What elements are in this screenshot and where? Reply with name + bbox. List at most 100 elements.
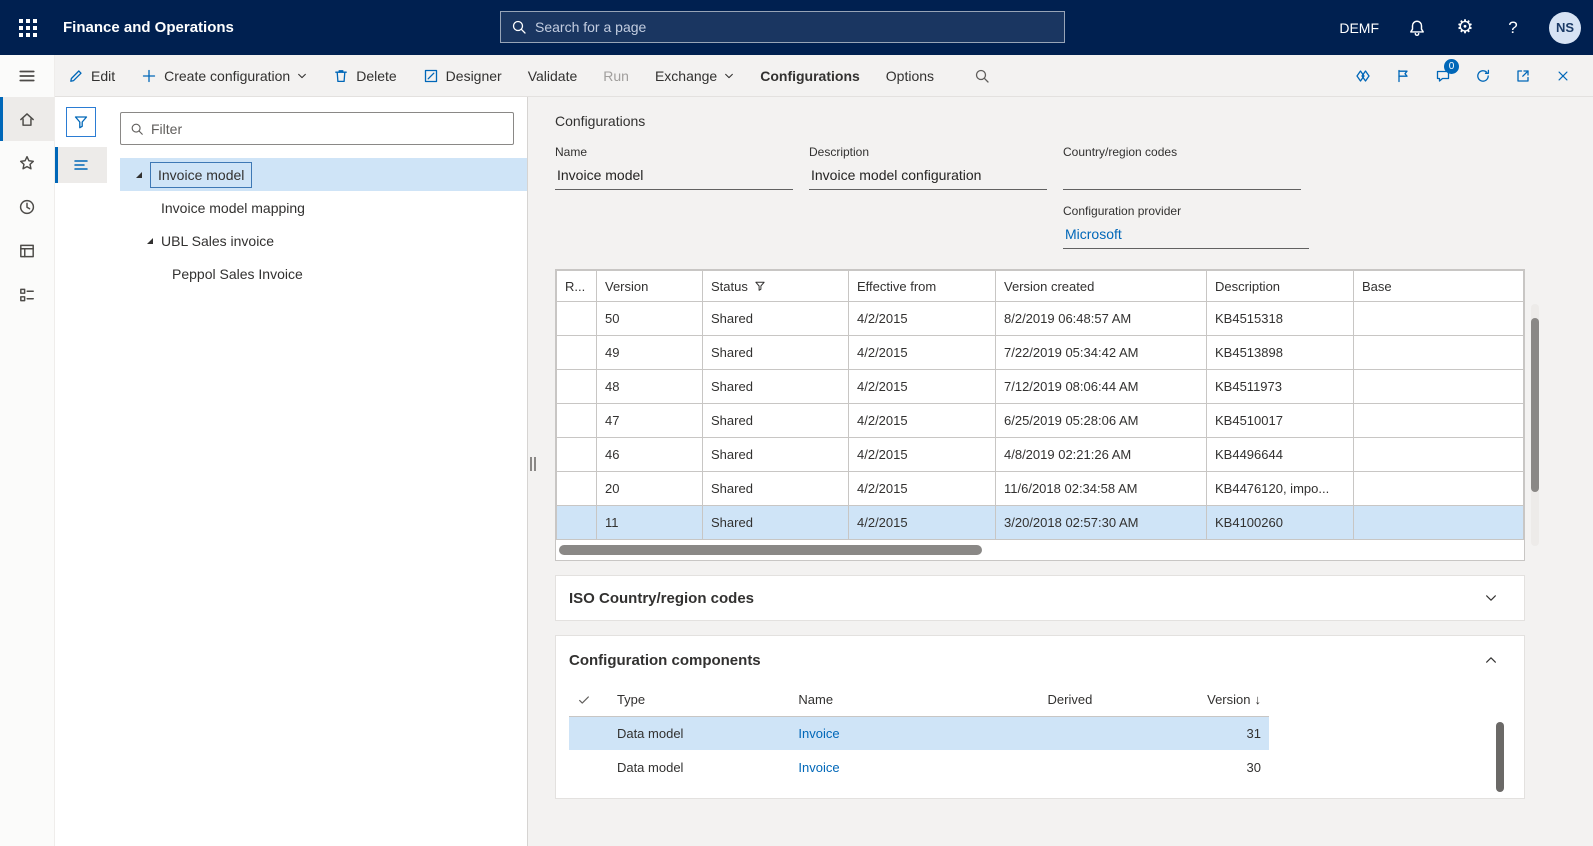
attachments-button[interactable] — [1383, 68, 1423, 84]
search-icon — [130, 122, 144, 136]
page-title: Configurations — [555, 113, 1525, 129]
tree-expand-toggle[interactable] — [128, 169, 150, 181]
scrollbar-thumb[interactable] — [1496, 722, 1504, 792]
component-link[interactable]: Invoice — [790, 716, 1039, 750]
clock-icon — [18, 198, 36, 216]
tree-expand-toggle[interactable] — [139, 235, 161, 247]
tree-item-invoice-model[interactable]: Invoice model — [120, 158, 527, 191]
nav-modules-button[interactable] — [0, 273, 54, 317]
versions-grid-header: R... Version Status Effective from Versi… — [557, 271, 1524, 302]
help-button[interactable]: ? — [1489, 0, 1537, 55]
column-header-row-selector[interactable]: R... — [557, 271, 597, 302]
column-header-description[interactable]: Description — [1207, 271, 1354, 302]
action-pane: Edit Create configuration Delete Designe… — [55, 55, 1593, 97]
top-navigation-bar: Finance and Operations DEMF ⚙ ? NS — [0, 0, 1593, 55]
tree-item-ubl-sales-invoice[interactable]: UBL Sales invoice — [120, 224, 527, 257]
panel-splitter[interactable] — [527, 97, 537, 846]
company-selector[interactable]: DEMF — [1325, 20, 1393, 36]
flag-icon — [1395, 68, 1411, 84]
app-launcher-button[interactable] — [0, 0, 55, 55]
table-row[interactable]: 49 Shared 4/2/2015 7/22/2019 05:34:42 AM… — [557, 336, 1524, 370]
chevron-down-icon — [297, 71, 307, 81]
versions-grid: R... Version Status Effective from Versi… — [555, 269, 1525, 561]
refresh-button[interactable] — [1463, 68, 1503, 84]
expanded-twistie-icon — [133, 169, 145, 181]
scrollbar-thumb[interactable] — [559, 545, 982, 555]
user-avatar[interactable]: NS — [1549, 12, 1581, 44]
configuration-provider-link[interactable]: Microsoft — [1063, 225, 1309, 249]
tab-options[interactable]: Options — [886, 68, 934, 84]
column-header-type[interactable]: Type — [609, 684, 790, 716]
edit-button[interactable]: Edit — [68, 68, 115, 84]
table-row[interactable]: 20 Shared 4/2/2015 11/6/2018 02:34:58 AM… — [557, 472, 1524, 506]
power-apps-icon — [1355, 68, 1371, 84]
left-navigation-rail — [0, 55, 55, 846]
designer-button[interactable]: Designer — [423, 68, 502, 84]
table-row[interactable]: 46 Shared 4/2/2015 4/8/2019 02:21:26 AM … — [557, 438, 1524, 472]
configuration-components-section-header[interactable]: Configuration components — [556, 636, 1524, 684]
components-grid-vertical-scrollbar[interactable] — [1496, 722, 1504, 792]
action-search-button[interactable] — [974, 68, 990, 84]
description-value[interactable]: Invoice model configuration — [809, 166, 1047, 190]
table-row[interactable]: 50 Shared 4/2/2015 8/2/2019 06:48:57 AM … — [557, 302, 1524, 336]
home-icon — [18, 110, 36, 128]
settings-button[interactable]: ⚙ — [1441, 0, 1489, 55]
column-header-base[interactable]: Base — [1354, 271, 1524, 302]
bell-icon — [1408, 19, 1426, 37]
notifications-button[interactable] — [1393, 0, 1441, 55]
column-header-name[interactable]: Name — [790, 684, 1039, 716]
table-row[interactable]: Data model Invoice 30 — [569, 750, 1269, 784]
tree-toolbar-rail — [55, 97, 107, 846]
power-apps-button[interactable] — [1343, 68, 1383, 84]
trash-icon — [333, 68, 349, 84]
nav-recent-button[interactable] — [0, 185, 54, 229]
messages-count-badge: 0 — [1444, 59, 1459, 74]
column-header-select-all[interactable] — [569, 684, 609, 716]
tree-item-invoice-model-mapping[interactable]: Invoice model mapping — [120, 191, 527, 224]
iso-country-region-codes-section-header[interactable]: ISO Country/region codes — [555, 575, 1525, 621]
configuration-header-fields: Name Invoice model Description Invoice m… — [555, 145, 1525, 249]
exchange-button[interactable]: Exchange — [655, 68, 734, 84]
expand-navigation-button[interactable] — [0, 55, 54, 97]
global-search-input[interactable] — [535, 19, 1054, 35]
column-header-version-created[interactable]: Version created — [996, 271, 1207, 302]
table-row[interactable]: 48 Shared 4/2/2015 7/12/2019 08:06:44 AM… — [557, 370, 1524, 404]
workspaces-icon — [18, 242, 36, 260]
tree-filter-input[interactable] — [151, 121, 504, 137]
open-in-new-window-button[interactable] — [1503, 68, 1543, 84]
messages-button[interactable]: 0 — [1423, 68, 1463, 84]
validate-button[interactable]: Validate — [528, 68, 578, 84]
scrollbar-thumb[interactable] — [1531, 318, 1539, 492]
column-header-status[interactable]: Status — [703, 271, 849, 302]
nav-home-button[interactable] — [0, 97, 54, 141]
global-search-box[interactable] — [500, 11, 1065, 43]
table-row[interactable]: 47 Shared 4/2/2015 6/25/2019 05:28:06 AM… — [557, 404, 1524, 438]
create-configuration-button[interactable]: Create configuration — [141, 68, 307, 84]
show-filters-button[interactable] — [66, 107, 96, 137]
component-link[interactable]: Invoice — [790, 750, 1039, 784]
nav-workspaces-button[interactable] — [0, 229, 54, 273]
column-header-version-sorted[interactable]: Version↓ — [1199, 684, 1269, 716]
close-page-button[interactable] — [1543, 69, 1583, 83]
tree-list-view-button[interactable] — [55, 147, 107, 183]
close-icon — [1556, 69, 1570, 83]
tab-configurations[interactable]: Configurations — [760, 68, 860, 84]
column-header-derived[interactable]: Derived — [1040, 684, 1200, 716]
expanded-twistie-icon — [144, 235, 156, 247]
configuration-tree: Invoice model Invoice model mapping UBL … — [120, 158, 527, 290]
table-row-selected[interactable]: 11 Shared 4/2/2015 3/20/2018 02:57:30 AM… — [557, 506, 1524, 540]
column-header-version[interactable]: Version — [597, 271, 703, 302]
configuration-details-pane: Configurations Name Invoice model Descri… — [537, 97, 1593, 846]
table-row-selected[interactable]: Data model Invoice 31 — [569, 716, 1269, 750]
delete-button[interactable]: Delete — [333, 68, 396, 84]
name-value[interactable]: Invoice model — [555, 166, 793, 190]
tree-item-peppol-sales-invoice[interactable]: Peppol Sales Invoice — [120, 257, 527, 290]
star-icon — [18, 154, 36, 172]
column-header-effective-from[interactable]: Effective from — [849, 271, 996, 302]
tree-filter-box[interactable] — [120, 112, 514, 145]
versions-grid-horizontal-scrollbar[interactable] — [559, 545, 1521, 555]
versions-grid-vertical-scrollbar[interactable] — [1531, 304, 1539, 546]
nav-favorites-button[interactable] — [0, 141, 54, 185]
components-grid-header: Type Name Derived Version↓ — [569, 684, 1269, 716]
country-region-codes-value[interactable] — [1063, 166, 1301, 190]
